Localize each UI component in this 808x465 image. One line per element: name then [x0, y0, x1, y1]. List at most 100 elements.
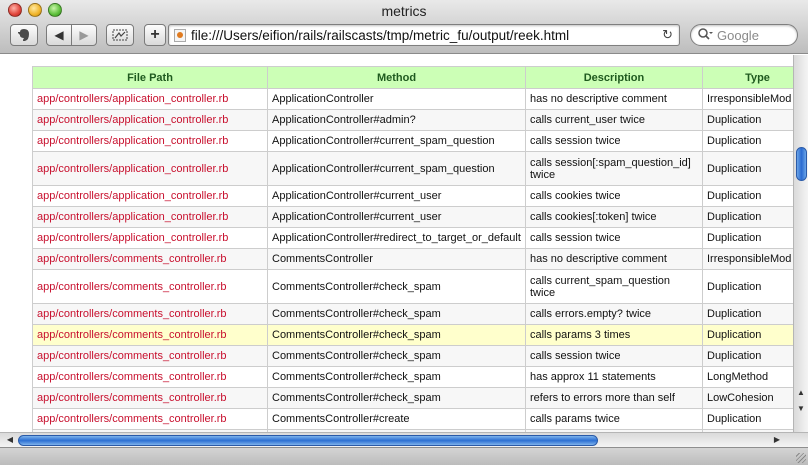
back-arrow-icon: ◀: [54, 28, 64, 42]
cell-description: calls errors.empty? twice: [525, 303, 703, 325]
cell-description: calls cookies twice: [525, 185, 703, 207]
cell-type: IrresponsibleMod: [702, 88, 793, 110]
search-input[interactable]: [717, 27, 795, 43]
cell-type: LongMethod: [702, 366, 793, 388]
cell-path: app/controllers/comments_controller.rb: [32, 269, 268, 304]
cell-method: CommentsController#check_spam: [267, 324, 526, 346]
cell-path: app/controllers/comments_controller.rb: [32, 345, 268, 367]
page-content: File Path Method Description Type app/contr…: [0, 55, 793, 432]
cell-type: Duplication: [702, 408, 793, 430]
snippet-button[interactable]: [106, 24, 134, 46]
cell-type: IrresponsibleMod: [702, 248, 793, 270]
scroll-left-arrow-icon[interactable]: ◀: [3, 433, 17, 447]
cell-description: calls session twice: [525, 345, 703, 367]
cell-method: CommentsController#check_spam: [267, 387, 526, 409]
cell-path: app/controllers/application_controller.r…: [32, 109, 268, 131]
cell-method: CommentsController#create: [267, 408, 526, 430]
column-header[interactable]: Type: [702, 66, 793, 89]
scroll-down-arrow-icon[interactable]: ▼: [794, 402, 808, 416]
table-row: app/controllers/comments_controller.rbCo…: [32, 366, 793, 388]
address-text[interactable]: file:///Users/eifion/rails/railscasts/tm…: [191, 28, 569, 43]
cell-description: refers to errors more than self: [525, 387, 703, 409]
scroll-right-arrow-icon[interactable]: ▶: [770, 433, 784, 447]
cell-description: calls params twice: [525, 408, 703, 430]
cell-type: Duplication: [702, 109, 793, 131]
cell-type: Duplication: [702, 227, 793, 249]
cell-type: Duplication: [702, 151, 793, 186]
title-toolbar: metrics ◀ ▶ + file:///Users/eifion/rails…: [0, 0, 808, 54]
window-title: metrics: [381, 3, 427, 19]
cell-path: app/controllers/comments_controller.rb: [32, 248, 268, 270]
column-header[interactable]: Method: [267, 66, 526, 89]
cell-type: Duplication: [702, 345, 793, 367]
cell-method: ApplicationController#current_user: [267, 206, 526, 228]
search-box[interactable]: [690, 24, 798, 46]
table-row: app/controllers/comments_controller.rbCo…: [32, 324, 793, 346]
cell-method: CommentsController: [267, 248, 526, 270]
forward-arrow-icon: ▶: [79, 28, 89, 42]
cell-method: CommentsController#check_spam: [267, 366, 526, 388]
cell-description: has no descriptive comment: [525, 248, 703, 270]
horizontal-scroll-thumb[interactable]: [18, 435, 598, 446]
cell-path: app/controllers/comments_controller.rb: [32, 387, 268, 409]
column-header[interactable]: File Path: [32, 66, 268, 89]
forward-button[interactable]: ▶: [71, 24, 97, 46]
cell-path: app/controllers/application_controller.r…: [32, 206, 268, 228]
file-page-icon: [174, 29, 186, 42]
table-row: app/controllers/application_controller.r…: [32, 227, 793, 249]
evernote-button[interactable]: [10, 24, 38, 46]
cell-method: ApplicationController: [267, 88, 526, 110]
table-row: app/controllers/application_controller.r…: [32, 130, 793, 152]
reload-icon[interactable]: ↻: [662, 27, 673, 43]
vertical-scrollbar[interactable]: ▲ ▼: [793, 55, 808, 432]
browser-window: metrics ◀ ▶ + file:///Users/eifion/rails…: [0, 0, 808, 465]
reek-table: File Path Method Description Type app/contr…: [32, 66, 793, 432]
cell-method: ApplicationController#redirect_to_target…: [267, 227, 526, 249]
cell-method: CommentsController#check_spam: [267, 303, 526, 325]
table-row: app/controllers/comments_controller.rbCo…: [32, 408, 793, 430]
table-row: app/controllers/application_controller.r…: [32, 109, 793, 131]
table-row: app/controllers/comments_controller.rbCo…: [32, 269, 793, 304]
cell-path: app/controllers/application_controller.r…: [32, 130, 268, 152]
cell-description: has approx 11 statements: [525, 366, 703, 388]
cell-type: Duplication: [702, 303, 793, 325]
cell-method: ApplicationController#current_spam_quest…: [267, 151, 526, 186]
table-row: app/controllers/comments_controller.rbCo…: [32, 387, 793, 409]
cell-description: calls params 3 times: [525, 324, 703, 346]
scroll-up-arrow-icon[interactable]: ▲: [794, 386, 808, 400]
cell-type: LowCohesion: [702, 387, 793, 409]
add-bookmark-button[interactable]: +: [144, 24, 166, 46]
plus-icon: +: [150, 26, 160, 43]
table-row: app/controllers/application_controller.r…: [32, 206, 793, 228]
cell-path: app/controllers/application_controller.r…: [32, 88, 268, 110]
table-row: app/controllers/application_controller.r…: [32, 185, 793, 207]
cell-method: CommentsController#check_spam: [267, 269, 526, 304]
cell-type: Duplication: [702, 206, 793, 228]
cell-path: app/controllers/application_controller.r…: [32, 227, 268, 249]
cell-description: has no descriptive comment: [525, 88, 703, 110]
vertical-scroll-thumb[interactable]: [796, 147, 807, 181]
resize-grip-icon[interactable]: [796, 453, 806, 463]
address-bar[interactable]: file:///Users/eifion/rails/railscasts/tm…: [168, 24, 680, 46]
cell-method: ApplicationController#current_user: [267, 185, 526, 207]
cell-method: CommentsController#check_spam: [267, 345, 526, 367]
back-button[interactable]: ◀: [46, 24, 72, 46]
table-row: app/controllers/application_controller.r…: [32, 88, 793, 110]
cell-description: calls session[:spam_question_id] twice: [525, 151, 703, 186]
table-row: app/controllers/application_controller.r…: [32, 151, 793, 186]
cell-path: app/controllers/application_controller.r…: [32, 185, 268, 207]
cell-description: calls cookies[:token] twice: [525, 206, 703, 228]
search-icon: [697, 27, 713, 44]
cell-path: app/controllers/comments_controller.rb: [32, 408, 268, 430]
cell-method: ApplicationController#current_spam_quest…: [267, 130, 526, 152]
cell-path: app/controllers/comments_controller.rb: [32, 366, 268, 388]
cell-description: calls session twice: [525, 227, 703, 249]
cell-description: calls current_spam_question twice: [525, 269, 703, 304]
column-header[interactable]: Description: [525, 66, 703, 89]
table-header-row: File Path Method Description Type: [32, 66, 793, 89]
cell-method: ApplicationController#admin?: [267, 109, 526, 131]
status-bar: [0, 447, 808, 465]
table-row: app/controllers/comments_controller.rbCo…: [32, 303, 793, 325]
horizontal-scrollbar[interactable]: ◀ ▶: [0, 432, 808, 447]
cell-path: app/controllers/application_controller.r…: [32, 151, 268, 186]
